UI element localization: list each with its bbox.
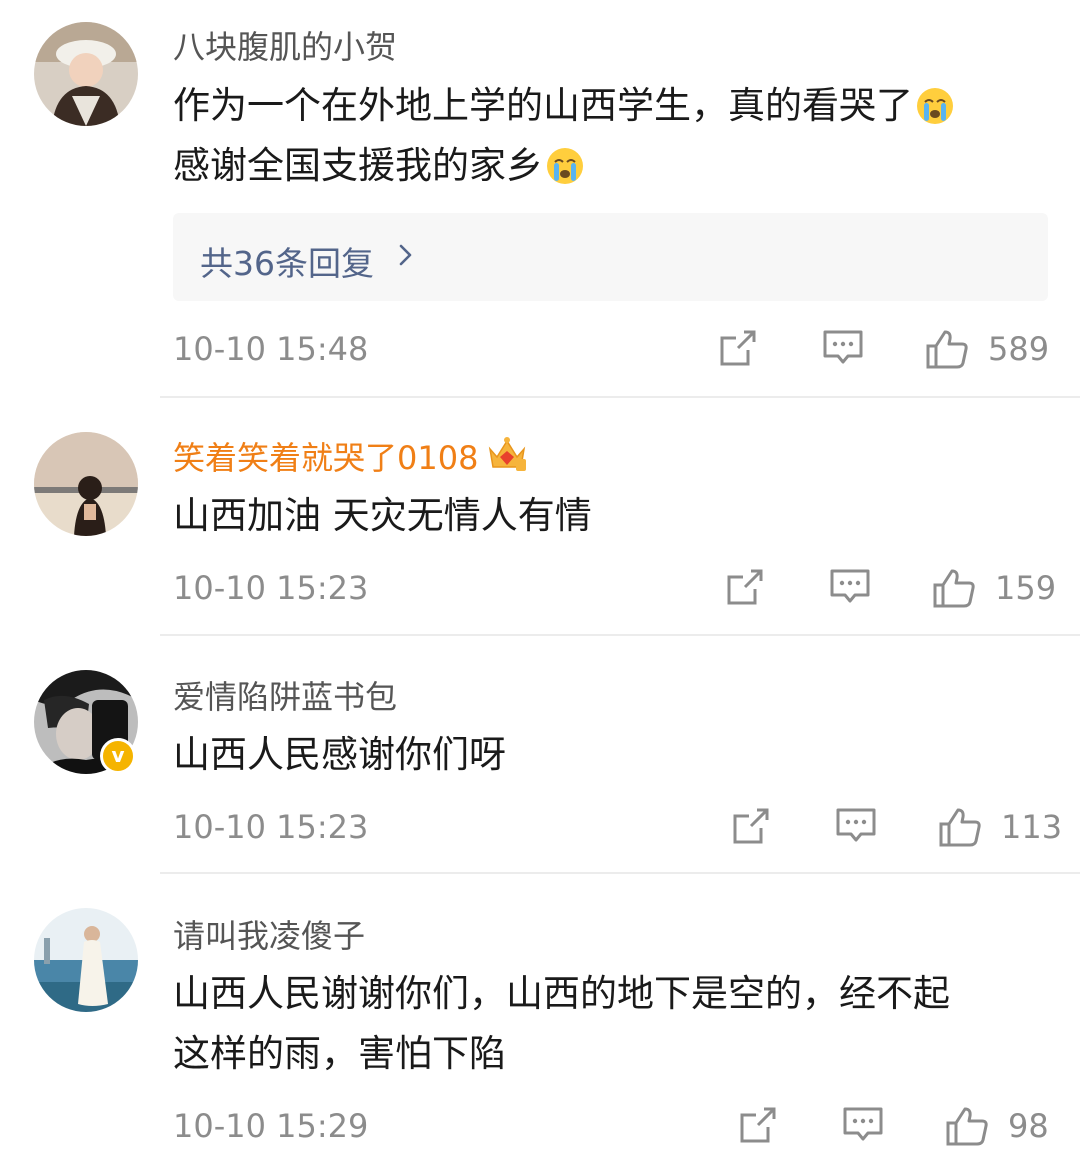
comment-meta: 10-10 15:23 113 bbox=[0, 798, 1080, 858]
timestamp: 10-10 15:29 bbox=[173, 1107, 369, 1145]
like-count: 113 bbox=[1001, 808, 1063, 846]
like-icon[interactable] bbox=[945, 1105, 989, 1147]
comment-line: 山西人民感谢你们呀 bbox=[173, 733, 506, 776]
like-count: 98 bbox=[1008, 1107, 1049, 1145]
comment-meta: 10-10 15:29 98 bbox=[0, 1097, 1080, 1157]
avatar[interactable] bbox=[34, 432, 138, 536]
like-count: 159 bbox=[995, 569, 1057, 607]
username[interactable]: 八块腹肌的小贺 bbox=[173, 22, 397, 68]
like-count: 589 bbox=[988, 330, 1050, 368]
comment-line: 山西人民谢谢你们，山西的地下是空的，经不起 bbox=[173, 972, 950, 1015]
like-icon[interactable] bbox=[925, 328, 969, 370]
crying-face-icon bbox=[917, 88, 953, 124]
like-icon[interactable] bbox=[938, 806, 982, 848]
divider bbox=[160, 396, 1080, 398]
verified-badge-icon: v bbox=[100, 738, 136, 774]
comment-line: 作为一个在外地上学的山西学生，真的看哭了 bbox=[173, 84, 913, 127]
crown-badge-icon bbox=[489, 437, 527, 471]
comment-icon[interactable] bbox=[842, 1105, 884, 1145]
timestamp: 10-10 15:23 bbox=[173, 808, 369, 846]
comment-icon[interactable] bbox=[822, 328, 864, 368]
comment-text: 山西人民谢谢你们，山西的地下是空的，经不起 这样的雨，害怕下陷 bbox=[173, 964, 1053, 1084]
crying-face-icon bbox=[547, 148, 583, 184]
comment-icon[interactable] bbox=[829, 567, 871, 607]
username[interactable]: 爱情陷阱蓝书包 bbox=[173, 672, 397, 718]
like-icon[interactable] bbox=[932, 567, 976, 609]
username[interactable]: 笑着笑着就哭了0108 bbox=[173, 433, 528, 479]
divider bbox=[160, 872, 1080, 874]
divider bbox=[160, 634, 1080, 636]
comment-text: 山西加油 天灾无情人有情 bbox=[173, 486, 1053, 546]
comment-line: 这样的雨，害怕下陷 bbox=[173, 1032, 506, 1075]
comment-text: 作为一个在外地上学的山西学生，真的看哭了 感谢全国支援我的家乡 bbox=[173, 76, 1053, 196]
view-replies-link[interactable]: 共36条回复 bbox=[200, 237, 374, 285]
avatar[interactable] bbox=[34, 22, 138, 126]
username[interactable]: 请叫我凌傻子 bbox=[173, 911, 365, 957]
comment-meta: 10-10 15:48 589 bbox=[0, 320, 1080, 380]
share-icon[interactable] bbox=[718, 328, 758, 368]
username-text: 笑着笑着就哭了0108 bbox=[173, 439, 479, 477]
chevron-right-icon bbox=[399, 244, 412, 266]
share-icon[interactable] bbox=[731, 806, 771, 846]
comment-meta: 10-10 15:23 159 bbox=[0, 559, 1080, 619]
avatar[interactable] bbox=[34, 908, 138, 1012]
comment-text: 山西人民感谢你们呀 bbox=[173, 725, 1053, 785]
timestamp: 10-10 15:23 bbox=[173, 569, 369, 607]
share-icon[interactable] bbox=[725, 567, 765, 607]
timestamp: 10-10 15:48 bbox=[173, 330, 369, 368]
comment-icon[interactable] bbox=[835, 806, 877, 846]
comment-line: 感谢全国支援我的家乡 bbox=[173, 144, 543, 187]
share-icon[interactable] bbox=[738, 1105, 778, 1145]
comment-line: 山西加油 天灾无情人有情 bbox=[173, 494, 592, 537]
reply-preview[interactable]: 共36条回复 bbox=[173, 213, 1048, 301]
